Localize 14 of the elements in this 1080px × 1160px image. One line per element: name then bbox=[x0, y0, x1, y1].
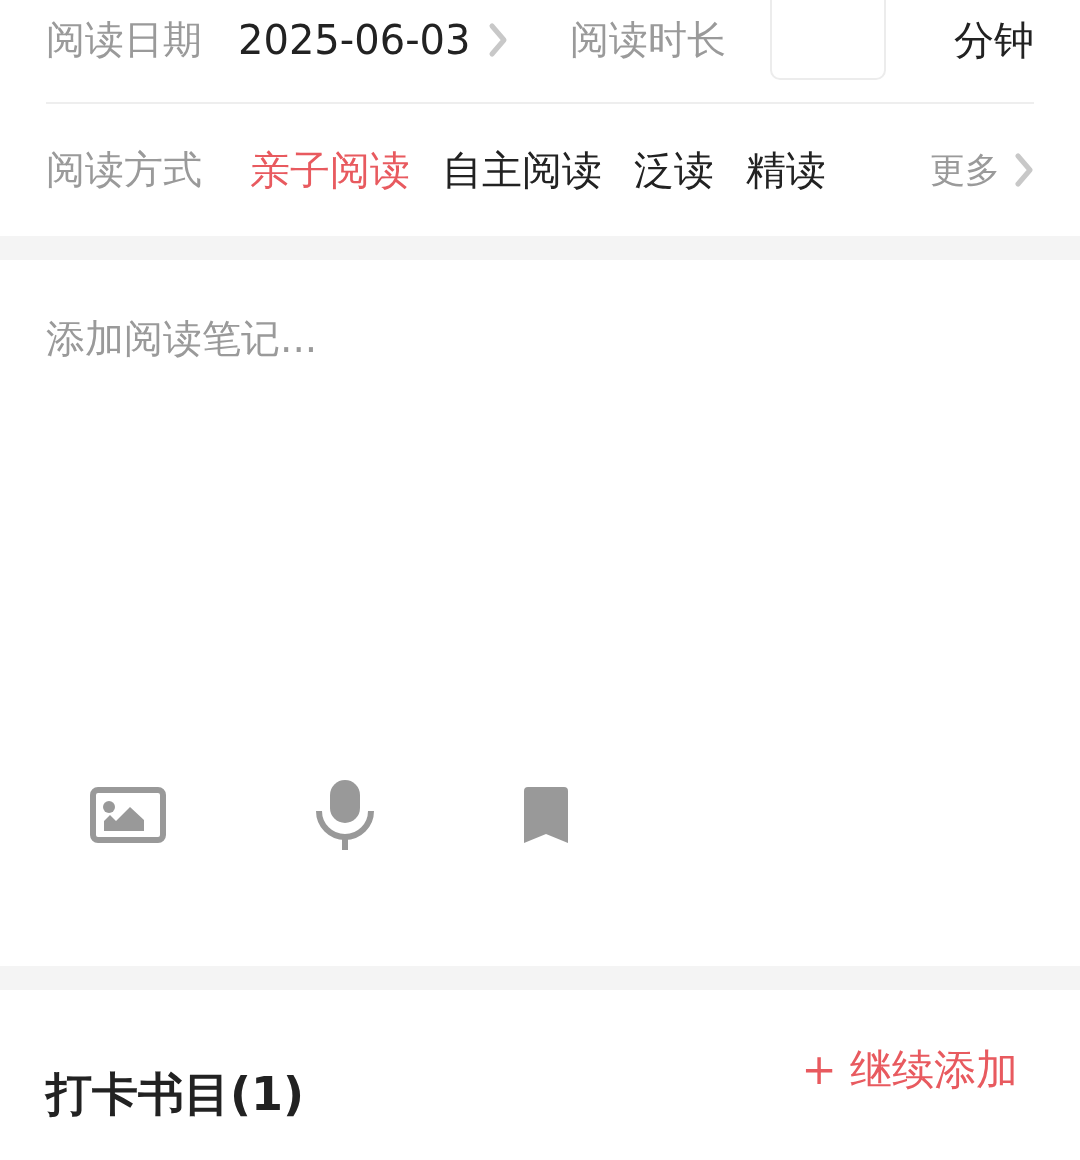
duration-unit: 分钟 bbox=[954, 15, 1034, 65]
bookmark-icon[interactable] bbox=[524, 787, 568, 843]
section-title: 打卡书目(1) bbox=[46, 1066, 305, 1123]
chevron-right-icon bbox=[488, 22, 509, 58]
mode-label: 阅读方式 bbox=[46, 146, 202, 194]
chevron-right-icon bbox=[1014, 152, 1034, 188]
mode-option[interactable]: 泛读 bbox=[634, 142, 714, 198]
date-label: 阅读日期 bbox=[46, 16, 202, 64]
microphone-icon[interactable] bbox=[316, 780, 374, 850]
mode-option[interactable]: 精读 bbox=[746, 142, 826, 198]
image-icon[interactable] bbox=[90, 787, 166, 843]
date-picker[interactable]: 2025-06-03 bbox=[238, 17, 509, 63]
mode-option[interactable]: 自主阅读 bbox=[442, 142, 602, 198]
duration-label: 阅读时长 bbox=[570, 16, 727, 64]
